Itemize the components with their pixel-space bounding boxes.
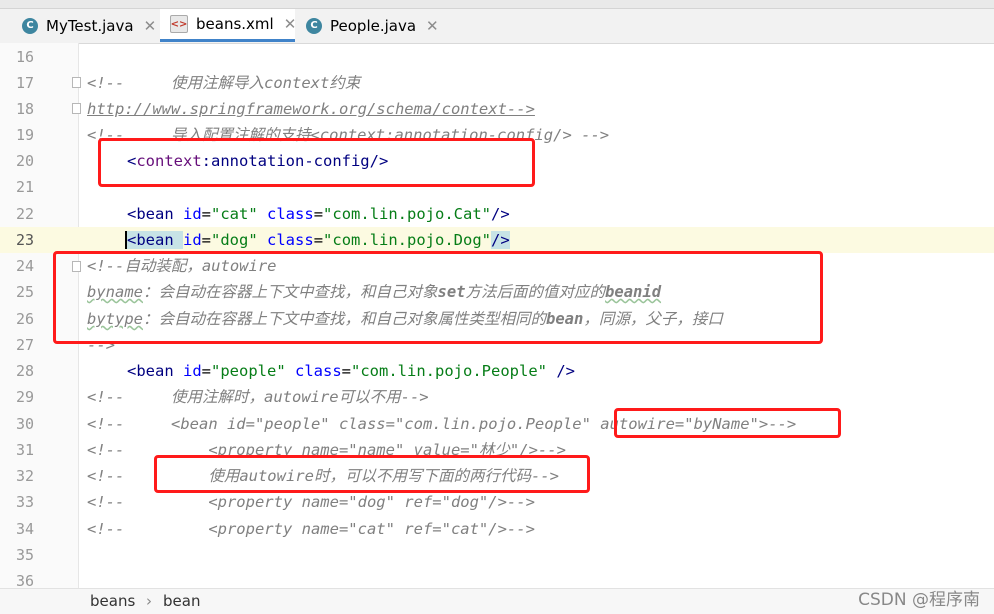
code-line: 35 <box>0 542 994 568</box>
xml-comment: <!-- <property name="cat" ref="cat"/>--> <box>87 520 535 538</box>
line-number: 20 <box>15 152 34 170</box>
line-number: 34 <box>15 520 34 538</box>
code-line: 29 <!-- 使用注解时，autowire可以不用--> <box>0 384 994 410</box>
line-number: 25 <box>15 283 34 301</box>
tag-close: /> <box>491 205 510 223</box>
line-number: 33 <box>15 493 34 511</box>
tab-label: People.java <box>330 16 417 35</box>
equals: = <box>313 231 324 249</box>
java-class-icon: C <box>22 17 38 34</box>
line-number: 21 <box>15 178 34 196</box>
editor-tab-bar: C MyTest.java ✕ <> beans.xml ✕ C People.… <box>0 0 994 44</box>
bean-people-tag: <bean id="people" class="com.lin.pojo.Pe… <box>127 358 575 384</box>
fold-marker-icon[interactable] <box>72 77 81 88</box>
code-line: 23 <bean id="dog" class="com.lin.pojo.Do… <box>0 227 994 253</box>
annotation-box <box>98 138 535 187</box>
attr-value: "people" <box>211 362 286 380</box>
tab-label: beans.xml <box>196 15 274 33</box>
tag-name: <bean <box>127 205 183 223</box>
line-number: 35 <box>15 546 34 564</box>
code-line: 34 <!-- <property name="cat" ref="cat"/>… <box>0 516 994 542</box>
line-number: 23 <box>15 231 34 249</box>
code-line: 16 <box>0 44 994 70</box>
line-number: 26 <box>15 310 34 328</box>
attr-name: class <box>257 205 314 223</box>
code-line: 28 <bean id="people" class="com.lin.pojo… <box>0 358 994 384</box>
fold-marker-icon[interactable] <box>72 103 81 114</box>
close-icon[interactable]: ✕ <box>144 17 157 35</box>
xml-comment: <!-- 使用注解导入context约束 <box>87 74 361 92</box>
close-icon[interactable]: ✕ <box>284 15 297 33</box>
close-icon[interactable]: ✕ <box>426 17 439 35</box>
attr-value: "com.lin.pojo.People" <box>351 362 547 380</box>
code-line: 30 <!-- <bean id="people" class="com.lin… <box>0 411 994 437</box>
attr-value: "dog" <box>211 231 258 249</box>
tag-name: <bean <box>125 231 183 249</box>
attr-value: "com.lin.pojo.Dog" <box>323 231 492 249</box>
attr-name: id <box>183 231 202 249</box>
equals: = <box>201 231 212 249</box>
line-number: 30 <box>15 415 34 433</box>
watermark: CSDN @程序南 <box>858 590 980 610</box>
tab-mytest-java[interactable]: C MyTest.java ✕ <box>12 9 159 42</box>
window-top-edge <box>0 0 994 9</box>
line-number: 29 <box>15 388 34 406</box>
breadcrumb-item-beans[interactable]: beans <box>90 592 135 610</box>
line-number: 27 <box>15 336 34 354</box>
line-number: 31 <box>15 441 34 459</box>
tab-people-java[interactable]: C People.java ✕ <box>296 9 444 42</box>
equals: = <box>201 205 212 223</box>
annotation-box <box>154 455 590 493</box>
equals: = <box>313 205 324 223</box>
breadcrumb-separator: › <box>146 592 152 610</box>
bean-cat-tag: <bean id="cat" class="com.lin.pojo.Cat"/… <box>127 201 510 227</box>
java-class-icon: C <box>306 17 322 34</box>
code-line: 18 http://www.springframework.org/schema… <box>0 96 994 122</box>
equals: = <box>201 362 212 380</box>
line-number: 22 <box>15 205 34 223</box>
line-number: 19 <box>15 126 34 144</box>
attr-value: "com.lin.pojo.Cat" <box>323 205 492 223</box>
xml-comment: <!-- 使用注解时，autowire可以不用--> <box>87 388 429 406</box>
xml-file-icon: <> <box>170 15 188 33</box>
code-line: 22 <bean id="cat" class="com.lin.pojo.Ca… <box>0 201 994 227</box>
attr-value: "cat" <box>211 205 258 223</box>
attr-name: id <box>183 362 202 380</box>
line-number: 16 <box>15 48 34 66</box>
code-line: 17 <!-- 使用注解导入context约束 <box>0 70 994 96</box>
line-number: 17 <box>15 74 34 92</box>
bean-dog-tag: <bean id="dog" class="com.lin.pojo.Dog"/… <box>125 227 510 253</box>
line-number: 24 <box>15 257 34 275</box>
tag-name: <bean <box>127 362 183 380</box>
tab-beans-xml[interactable]: <> beans.xml ✕ <box>160 9 297 42</box>
line-number: 18 <box>15 100 34 118</box>
tag-close: /> <box>546 362 575 380</box>
attr-name: id <box>183 205 202 223</box>
breadcrumb-item-bean[interactable]: bean <box>163 592 200 610</box>
annotation-box <box>53 251 823 344</box>
attr-name: class <box>257 231 314 249</box>
tab-label: MyTest.java <box>46 16 134 35</box>
breadcrumb: beans › bean <box>0 588 994 614</box>
annotation-box <box>614 408 841 438</box>
tag-close: /> <box>491 231 510 249</box>
comment-url: http://www.springframework.org/schema/co… <box>87 100 535 118</box>
line-number: 32 <box>15 467 34 485</box>
equals: = <box>341 362 352 380</box>
attr-name: class <box>285 362 342 380</box>
line-number: 28 <box>15 362 34 380</box>
